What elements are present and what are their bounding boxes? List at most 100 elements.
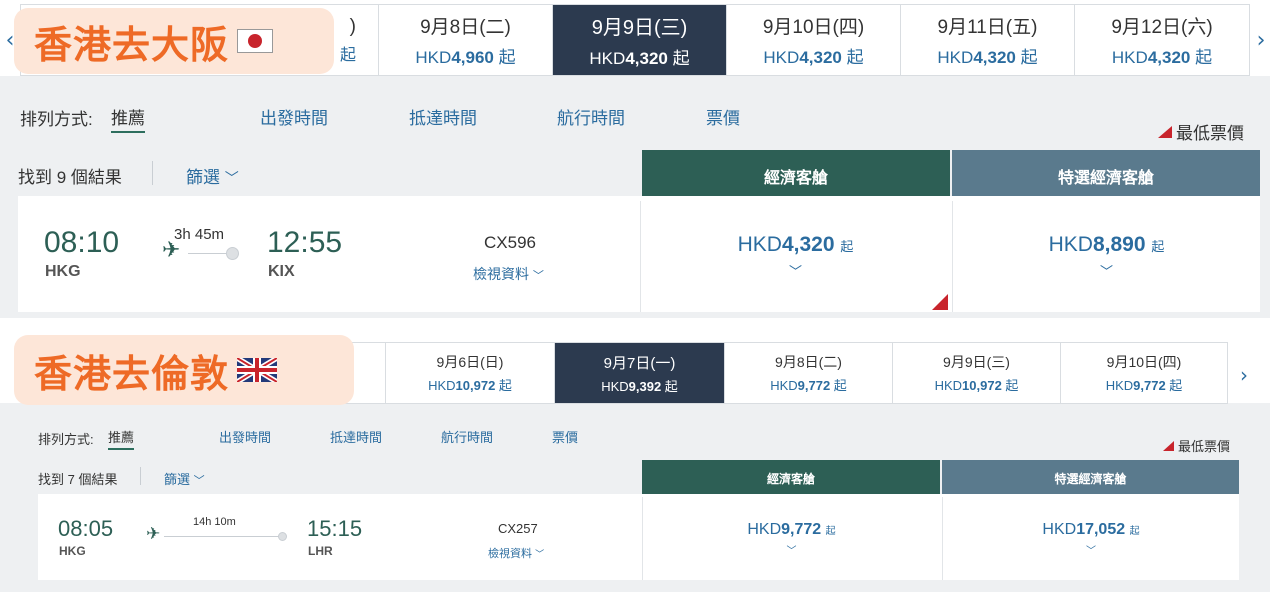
lowest-fare-label: 最低票價 — [1178, 439, 1231, 454]
price-label: 起 — [339, 46, 356, 64]
sort-label: 排列方式: — [20, 110, 93, 129]
date-cell-2[interactable]: 9月10日(四) HKD4,320 起 — [727, 5, 901, 75]
chevron-down-icon: ﹀ — [1099, 265, 1113, 280]
date-cell-4[interactable]: 9月12日(六) HKD4,320 起 — [1075, 5, 1249, 75]
price-label: HKD4,320 起 — [937, 48, 1038, 67]
date-label: 9月10日(四) — [1106, 354, 1182, 370]
price-label: HKD4,320 起 — [763, 48, 864, 67]
sort-arrival-time[interactable]: 抵達時間 — [330, 427, 382, 446]
results-count: 找到 7 個結果 — [38, 472, 118, 487]
date-strip: 9月6日(日) HKD10,972 起 9月7日(一) HKD9,392 起 9… — [340, 342, 1228, 404]
price-label: HKD4,320 起 — [589, 49, 690, 68]
price-label: HKD4,960 起 — [415, 48, 516, 67]
date-label: 9月11日(五) — [937, 17, 1038, 38]
lowest-fare-marker-icon — [1163, 440, 1174, 451]
filter-button[interactable]: 篩選 ﹀ — [186, 163, 239, 188]
route-end-dot — [226, 247, 239, 260]
economy-fare-cell[interactable]: HKD9,772 起 ﹀ — [642, 497, 940, 580]
economy-fare-cell[interactable]: HKD4,320 起 ﹀ — [640, 201, 950, 312]
view-details-link[interactable]: 檢視資料 ﹀ — [488, 545, 544, 561]
lowest-fare-marker-icon — [1158, 125, 1172, 138]
premium-economy-cabin-header: 特選經濟客艙 — [942, 460, 1239, 497]
date-label: ) — [349, 15, 356, 37]
arrival-airport: KIX — [268, 263, 295, 280]
lowest-fare-legend: 最低票價 — [1163, 436, 1230, 455]
london-flight-panel: 9月6日(日) HKD10,972 起 9月7日(一) HKD9,392 起 9… — [0, 323, 1270, 592]
uk-flag-icon — [237, 358, 278, 382]
economy-cabin-header: 經濟客艙 — [642, 460, 940, 497]
chevron-down-icon: ﹀ — [786, 545, 797, 557]
chevron-down-icon: ﹀ — [193, 474, 205, 487]
flight-duration: 3h 45m — [174, 226, 225, 243]
results-count: 找到 9 個結果 — [18, 168, 122, 187]
route-title: 香港去大阪 — [34, 22, 230, 67]
arrival-time: 15:15 — [307, 516, 363, 541]
chevron-down-icon: ﹀ — [224, 171, 239, 187]
date-cell-3[interactable]: 9月9日(三) HKD10,972 起 — [893, 343, 1061, 403]
sort-fare[interactable]: 票價 — [706, 104, 740, 129]
route-end-dot — [278, 532, 287, 541]
flight-number: CX257 — [498, 521, 538, 536]
premium-economy-fare-price: HKD17,052 起 — [1042, 520, 1140, 538]
date-cell-4[interactable]: 9月10日(四) HKD9,772 起 — [1061, 343, 1227, 403]
departure-time: 08:10 — [44, 226, 120, 259]
date-label: 9月6日(日) — [436, 354, 504, 370]
price-label: HKD9,772 起 — [770, 378, 847, 393]
chevron-down-icon: ﹀ — [1086, 545, 1096, 557]
date-cell-1-selected[interactable]: 9月9日(三) HKD4,320 起 — [553, 5, 727, 75]
premium-economy-fare-cell[interactable]: HKD17,052 起 ﹀ — [942, 497, 1239, 580]
sort-label: 排列方式: — [38, 432, 94, 447]
date-cell-1-selected[interactable]: 9月7日(一) HKD9,392 起 — [555, 343, 725, 403]
sort-recommended[interactable]: 推薦 — [108, 427, 135, 450]
date-label: 9月9日(三) — [591, 17, 688, 39]
chevron-down-icon: ﹀ — [788, 265, 802, 280]
date-cell-0[interactable]: 9月6日(日) HKD10,972 起 — [386, 343, 555, 403]
sort-arrival-time[interactable]: 抵達時間 — [409, 104, 477, 129]
route-line — [164, 536, 284, 537]
lowest-fare-corner-icon — [932, 294, 948, 310]
filter-button[interactable]: 篩選 ﹀ — [164, 469, 205, 488]
date-label: 9月8日(二) — [775, 354, 842, 370]
economy-fare-price: HKD4,320 起 — [737, 233, 854, 256]
date-label: 9月8日(二) — [420, 17, 511, 38]
price-label: HKD10,972 起 — [428, 378, 512, 393]
premium-economy-fare-cell[interactable]: HKD8,890 起 ﹀ — [952, 201, 1260, 312]
sort-fare[interactable]: 票價 — [552, 427, 578, 446]
date-label: 9月10日(四) — [762, 17, 865, 38]
sort-recommended[interactable]: 推薦 — [111, 104, 145, 133]
date-label: 9月7日(一) — [603, 354, 676, 372]
lowest-fare-label: 最低票價 — [1176, 124, 1244, 143]
flight-duration: 14h 10m — [193, 516, 236, 528]
flight-row[interactable]: 08:10 HKG ✈ 3h 45m 12:55 KIX CX596 檢視資料 … — [18, 196, 1260, 312]
chevron-down-icon: ﹀ — [532, 269, 544, 282]
next-dates-arrow-icon[interactable]: › — [1232, 361, 1256, 389]
sort-departure-time[interactable]: 出發時間 — [219, 427, 271, 446]
arrival-airport: LHR — [308, 544, 333, 558]
lowest-fare-legend: 最低票價 — [1158, 119, 1244, 144]
date-cell-2[interactable]: 9月8日(二) HKD9,772 起 — [725, 343, 893, 403]
route-title-badge: 香港去大阪 — [14, 8, 334, 74]
date-cell-3[interactable]: 9月11日(五) HKD4,320 起 — [901, 5, 1075, 75]
price-label: HKD9,772 起 — [1105, 378, 1183, 393]
departure-time: 08:05 — [58, 516, 114, 541]
view-details-link[interactable]: 檢視資料 ﹀ — [473, 264, 544, 284]
arrival-time: 12:55 — [267, 226, 343, 259]
sort-flight-duration[interactable]: 航行時間 — [441, 427, 493, 446]
price-label: HKD9,392 起 — [601, 378, 678, 394]
departure-airport: HKG — [59, 544, 86, 558]
sort-flight-duration[interactable]: 航行時間 — [557, 104, 625, 129]
date-label: 9月12日(六) — [1111, 17, 1213, 38]
date-cell-0[interactable]: 9月8日(二) HKD4,960 起 — [379, 5, 553, 75]
divider — [140, 467, 141, 485]
osaka-flight-panel: ‹ ) 起 9月8日(二) HKD4,960 起 9月9日(三) HKD4,32… — [0, 0, 1270, 318]
premium-economy-fare-price: HKD8,890 起 — [1048, 233, 1165, 256]
route-title: 香港去倫敦 — [34, 351, 230, 396]
next-dates-arrow-icon[interactable]: › — [1252, 22, 1270, 58]
flight-row[interactable]: 08:05 HKG ✈ 14h 10m 15:15 LHR CX257 檢視資料… — [38, 494, 1239, 580]
japan-flag-icon — [237, 29, 274, 53]
airplane-icon: ✈ — [146, 524, 161, 544]
route-title-badge: 香港去倫敦 — [14, 335, 354, 405]
date-label: 9月9日(三) — [943, 354, 1010, 370]
economy-cabin-header: 經濟客艙 — [642, 150, 950, 201]
sort-departure-time[interactable]: 出發時間 — [260, 104, 328, 129]
